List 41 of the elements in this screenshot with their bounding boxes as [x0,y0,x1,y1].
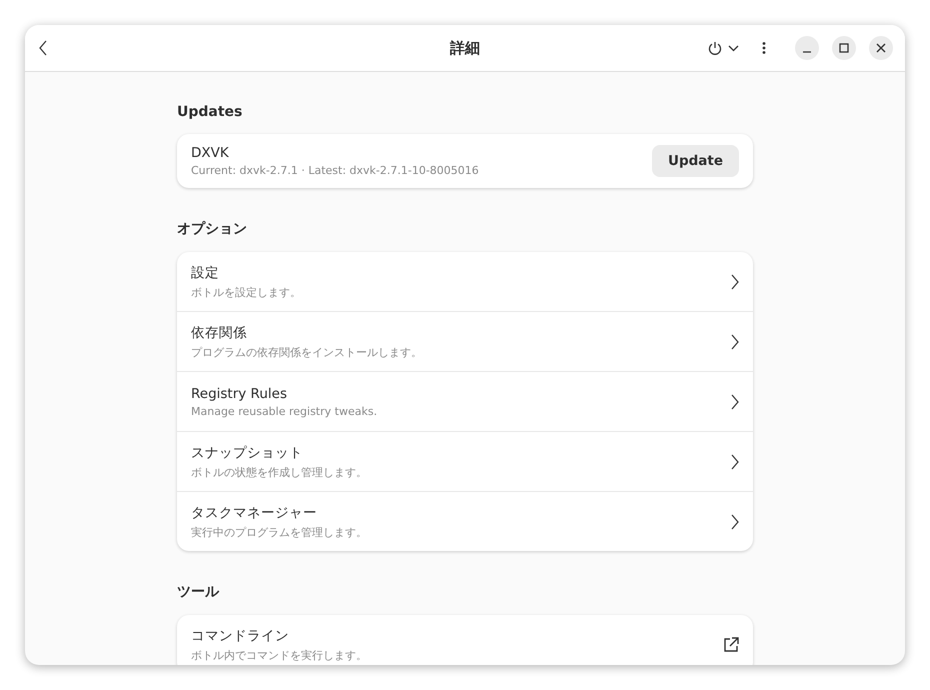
chevron-right-icon [731,334,739,350]
row-subtitle: ボトルを設定します。 [191,284,302,300]
list-row[interactable]: タスクマネージャー 実行中のプログラムを管理します。 [177,491,753,551]
window-title: 詳細 [450,38,480,58]
power-menu-button[interactable] [708,41,739,55]
row-title: コマンドライン [191,626,290,644]
row-subtitle: Current: dxvk-2.7.1 · Latest: dxvk-2.7.1-10-8005016 [191,164,480,177]
section-heading: オプション [177,220,248,238]
minimize-icon [803,51,811,53]
caret-icon [728,44,739,52]
list-row[interactable]: Registry Rules Manage reusable registry tweaks. [177,371,753,431]
list-row[interactable]: 依存関係 プログラムの依存関係をインストールします。 [177,311,753,371]
row-title: スナップショット [191,444,304,462]
list-row[interactable]: 設定 ボトルを設定します。 [177,252,753,311]
update-button[interactable]: Update [652,145,739,177]
close-icon [876,43,886,53]
chevron-right-icon [731,454,739,470]
row-subtitle: プログラムの依存関係をインストールします。 [191,344,423,360]
external-link-icon [723,636,739,652]
chevron-right-icon [731,274,739,290]
power-icon [708,41,722,55]
row-title: 依存関係 [191,324,248,342]
row-title: DXVK [191,145,230,161]
back-chevron-icon [39,40,47,56]
maximize-icon [839,43,849,53]
section-heading: Updates [177,104,244,120]
list-row[interactable]: スナップショット ボトルの状態を作成し管理します。 [177,431,753,491]
row-subtitle: Manage reusable registry tweaks. [191,404,378,418]
close-button[interactable] [869,36,893,60]
row-title: タスクマネージャー [191,504,318,522]
chevron-right-icon [731,394,739,410]
chevron-right-icon [731,514,739,530]
list-row[interactable]: コマンドライン ボトル内でコマンドを実行します。 [177,615,753,665]
row-subtitle: ボトル内でコマンドを実行します。 [191,648,368,662]
section-heading: ツール [177,583,220,601]
row-title: Registry Rules [191,386,288,402]
menu-icon [762,41,766,55]
row-subtitle: 実行中のプログラムを管理します。 [191,524,368,540]
row-title: 設定 [191,264,220,282]
row-subtitle: ボトルの状態を作成し管理します。 [191,464,368,480]
maximize-button[interactable] [832,36,856,60]
